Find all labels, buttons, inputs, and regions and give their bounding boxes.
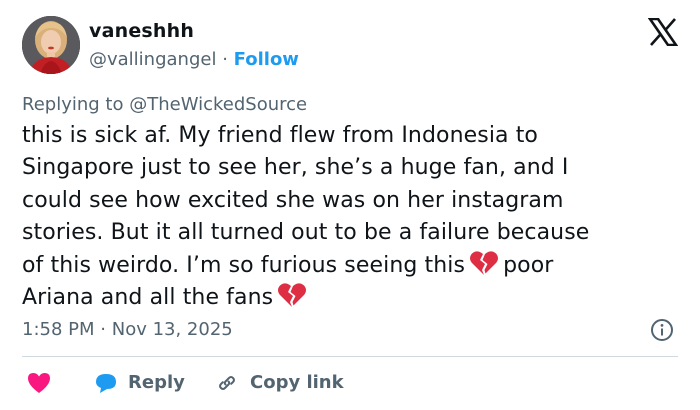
action-bar: Reply Copy link [22,369,682,397]
broken-heart-icon [470,250,499,275]
tweet-line-with-emoji: of this weirdo. I’m so furious seeing th… [22,250,686,282]
tweet-date[interactable]: Nov 13, 2025 [112,319,233,340]
tweet-text: this is sick af. My friend flew from Ind… [22,120,686,314]
heart-icon [28,373,50,393]
tweet-line: Singapore just to see her, she’s a huge … [22,155,569,181]
x-logo-icon[interactable] [648,18,678,46]
link-icon [219,376,235,390]
tweet-line: this is sick af. My friend flew from Ind… [22,123,538,148]
tweet-timestamp: 1:58 PM · Nov 13, 2025 [22,318,233,342]
display-name[interactable]: vaneshhh [89,18,299,44]
replying-to-prefix: Replying to [22,94,124,115]
timestamp-separator: · [100,319,106,340]
reply-bubble-icon [96,374,116,393]
tweet-time[interactable]: 1:58 PM [22,319,95,340]
avatar-image [22,16,80,74]
user-block: vaneshhh @vallingangel · Follow [89,18,299,73]
user-handle[interactable]: @vallingangel [89,49,216,70]
reply-label: Reply [128,372,185,393]
broken-heart-icon [278,283,307,308]
replying-to-handle[interactable]: @TheWickedSource [129,94,307,115]
copy-link-label: Copy link [250,372,344,393]
replying-to: Replying to @TheWickedSource [22,93,307,117]
handle-row: @vallingangel · Follow [89,47,299,73]
tweet-line-text: of this weirdo. I’m so furious seeing th… [22,252,466,278]
handle-separator: · [222,49,228,70]
tweet-line: could see how excited she was on her ins… [22,187,564,213]
tweet-line-text: poor [503,252,554,278]
tweet-line-with-emoji: Ariana and all the fans [22,282,686,314]
like-button[interactable] [26,369,52,397]
tweet-line-text: Ariana and all the fans [22,285,274,311]
reply-button[interactable]: Reply [94,369,185,397]
copy-link-button[interactable]: Copy link [216,369,344,397]
tweet-line: stories. But it all turned out to be a f… [22,220,590,246]
info-icon[interactable] [650,318,674,342]
tweet-header: vaneshhh @vallingangel · Follow [22,16,682,78]
avatar[interactable] [22,16,80,74]
divider [22,356,678,357]
follow-button[interactable]: Follow [234,49,299,70]
